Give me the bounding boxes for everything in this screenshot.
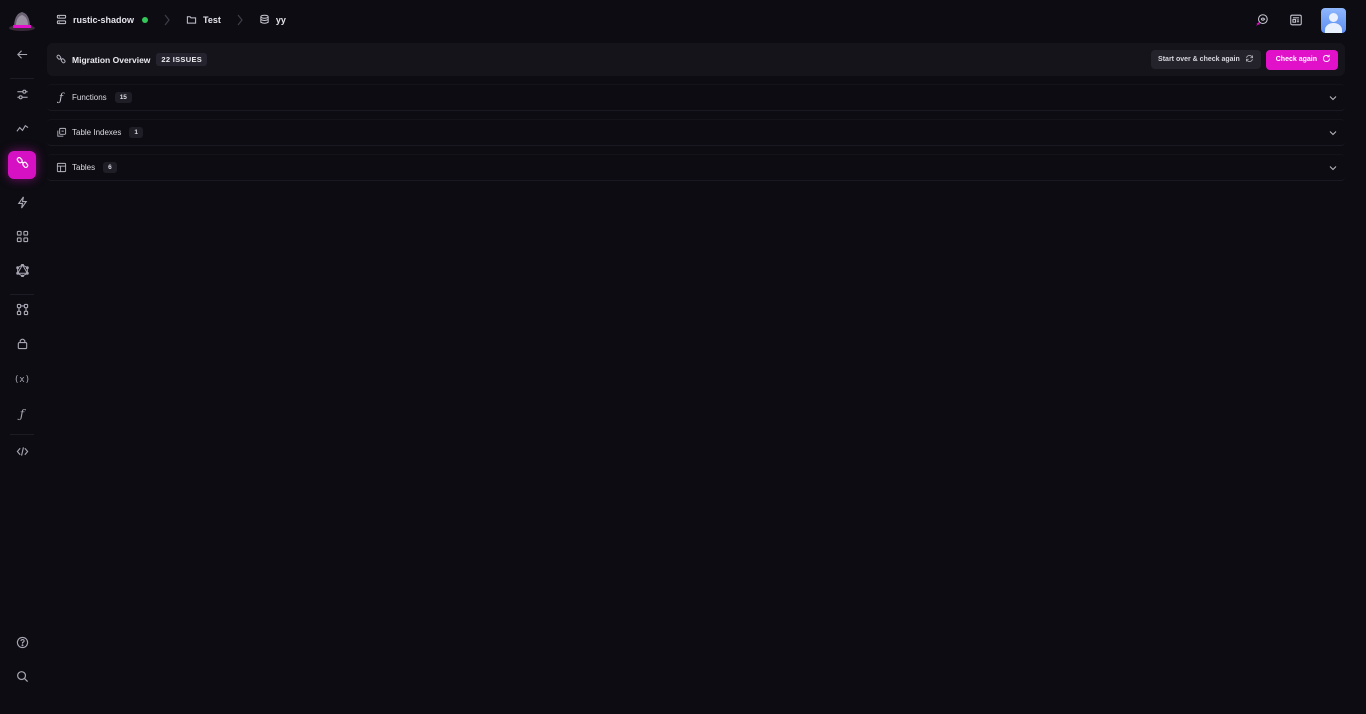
grid-icon <box>16 230 29 248</box>
database-name: yy <box>275 15 286 25</box>
project-name: rustic-shadow <box>73 15 135 25</box>
section-count-badge: 6 <box>103 162 117 173</box>
server-icon <box>56 14 67 27</box>
section-count-badge: 1 <box>129 127 143 138</box>
graphql-icon <box>15 263 29 282</box>
function-icon: ƒ <box>19 407 25 421</box>
sliders-icon <box>16 88 29 106</box>
start-over-label: Start over & check again <box>1158 56 1240 63</box>
function-icon: ƒ <box>58 91 64 104</box>
overview-title: Migration Overview <box>56 54 150 66</box>
check-again-label: Check again <box>1275 56 1317 63</box>
refresh-icon <box>1245 54 1254 65</box>
sidebar: (x) ƒ <box>0 40 44 714</box>
breadcrumb-database[interactable]: yy <box>259 14 286 27</box>
sidebar-divider <box>10 434 34 435</box>
chevron-down-icon[interactable] <box>1327 162 1339 174</box>
sidebar-item-variables[interactable]: (x) <box>8 366 36 394</box>
link-icon <box>56 54 66 66</box>
table-icon <box>55 162 67 174</box>
migration-overview-bar: Migration Overview 22 ISSUES Start over … <box>47 43 1345 76</box>
sidebar-item-workflows[interactable] <box>8 298 36 326</box>
rotate-icon <box>1322 54 1331 65</box>
check-again-button[interactable]: Check again <box>1265 49 1338 70</box>
chevron-down-icon[interactable] <box>1327 127 1339 139</box>
sidebar-item-monitoring[interactable] <box>8 117 36 145</box>
top-bar: rustic-shadow Test yy <box>0 0 1366 40</box>
chevron-right-icon <box>235 14 245 26</box>
sidebar-item-graphql[interactable] <box>8 259 36 287</box>
sidebar-item-functions[interactable]: ƒ <box>8 400 36 428</box>
issues-count-badge: 22 ISSUES <box>156 53 208 66</box>
section-count-badge: 15 <box>114 92 132 103</box>
variables-icon: (x) <box>13 375 31 385</box>
section-tables[interactable]: Tables 6 <box>47 154 1345 181</box>
section-label: Functions <box>72 93 107 102</box>
code-icon <box>16 445 29 463</box>
section-table-indexes[interactable]: Table Indexes 1 <box>47 119 1345 146</box>
folder-icon <box>186 14 197 27</box>
sidebar-item-search[interactable] <box>8 665 36 693</box>
index-icon <box>55 127 67 139</box>
user-avatar[interactable] <box>1321 7 1346 33</box>
sidebar-divider <box>10 294 34 295</box>
start-over-button[interactable]: Start over & check again <box>1151 50 1261 69</box>
chevron-down-icon[interactable] <box>1327 92 1339 104</box>
sidebar-item-settings[interactable] <box>8 83 36 111</box>
page-title: Migration Overview <box>72 54 151 65</box>
news-icon[interactable] <box>1287 11 1305 29</box>
help-icon <box>16 636 29 654</box>
top-right-actions <box>1253 7 1346 33</box>
section-label: Table Indexes <box>72 128 122 137</box>
section-label: Tables <box>72 163 96 172</box>
lock-icon <box>16 337 29 355</box>
breadcrumb-folder[interactable]: Test <box>186 14 221 27</box>
chevron-right-icon <box>162 14 172 26</box>
breadcrumb: rustic-shadow Test yy <box>56 0 286 40</box>
sidebar-item-migration[interactable] <box>8 151 36 179</box>
sidebar-item-help[interactable] <box>8 631 36 659</box>
ai-assistant-icon[interactable] <box>1253 11 1271 29</box>
database-icon <box>259 14 270 27</box>
app-logo[interactable] <box>8 8 36 32</box>
status-online-dot <box>142 17 149 23</box>
link-icon <box>16 156 29 174</box>
search-icon <box>16 670 29 688</box>
overview-actions: Start over & check again Check again <box>1151 49 1338 70</box>
section-functions[interactable]: ƒ Functions 15 <box>47 84 1345 111</box>
arrow-left-icon <box>16 48 29 66</box>
breadcrumb-project[interactable]: rustic-shadow <box>56 14 149 27</box>
sidebar-item-apps[interactable] <box>8 225 36 253</box>
sidebar-item-lightning[interactable] <box>8 191 36 219</box>
sidebar-item-security[interactable] <box>8 332 36 360</box>
folder-name: Test <box>203 15 221 25</box>
sidebar-item-code[interactable] <box>8 440 36 468</box>
sidebar-divider <box>10 78 34 79</box>
bolt-icon <box>16 196 29 214</box>
sidebar-item-back[interactable] <box>8 43 36 71</box>
nodes-icon <box>16 303 29 321</box>
activity-icon <box>15 122 29 140</box>
main-content: Migration Overview 22 ISSUES Start over … <box>47 43 1345 181</box>
